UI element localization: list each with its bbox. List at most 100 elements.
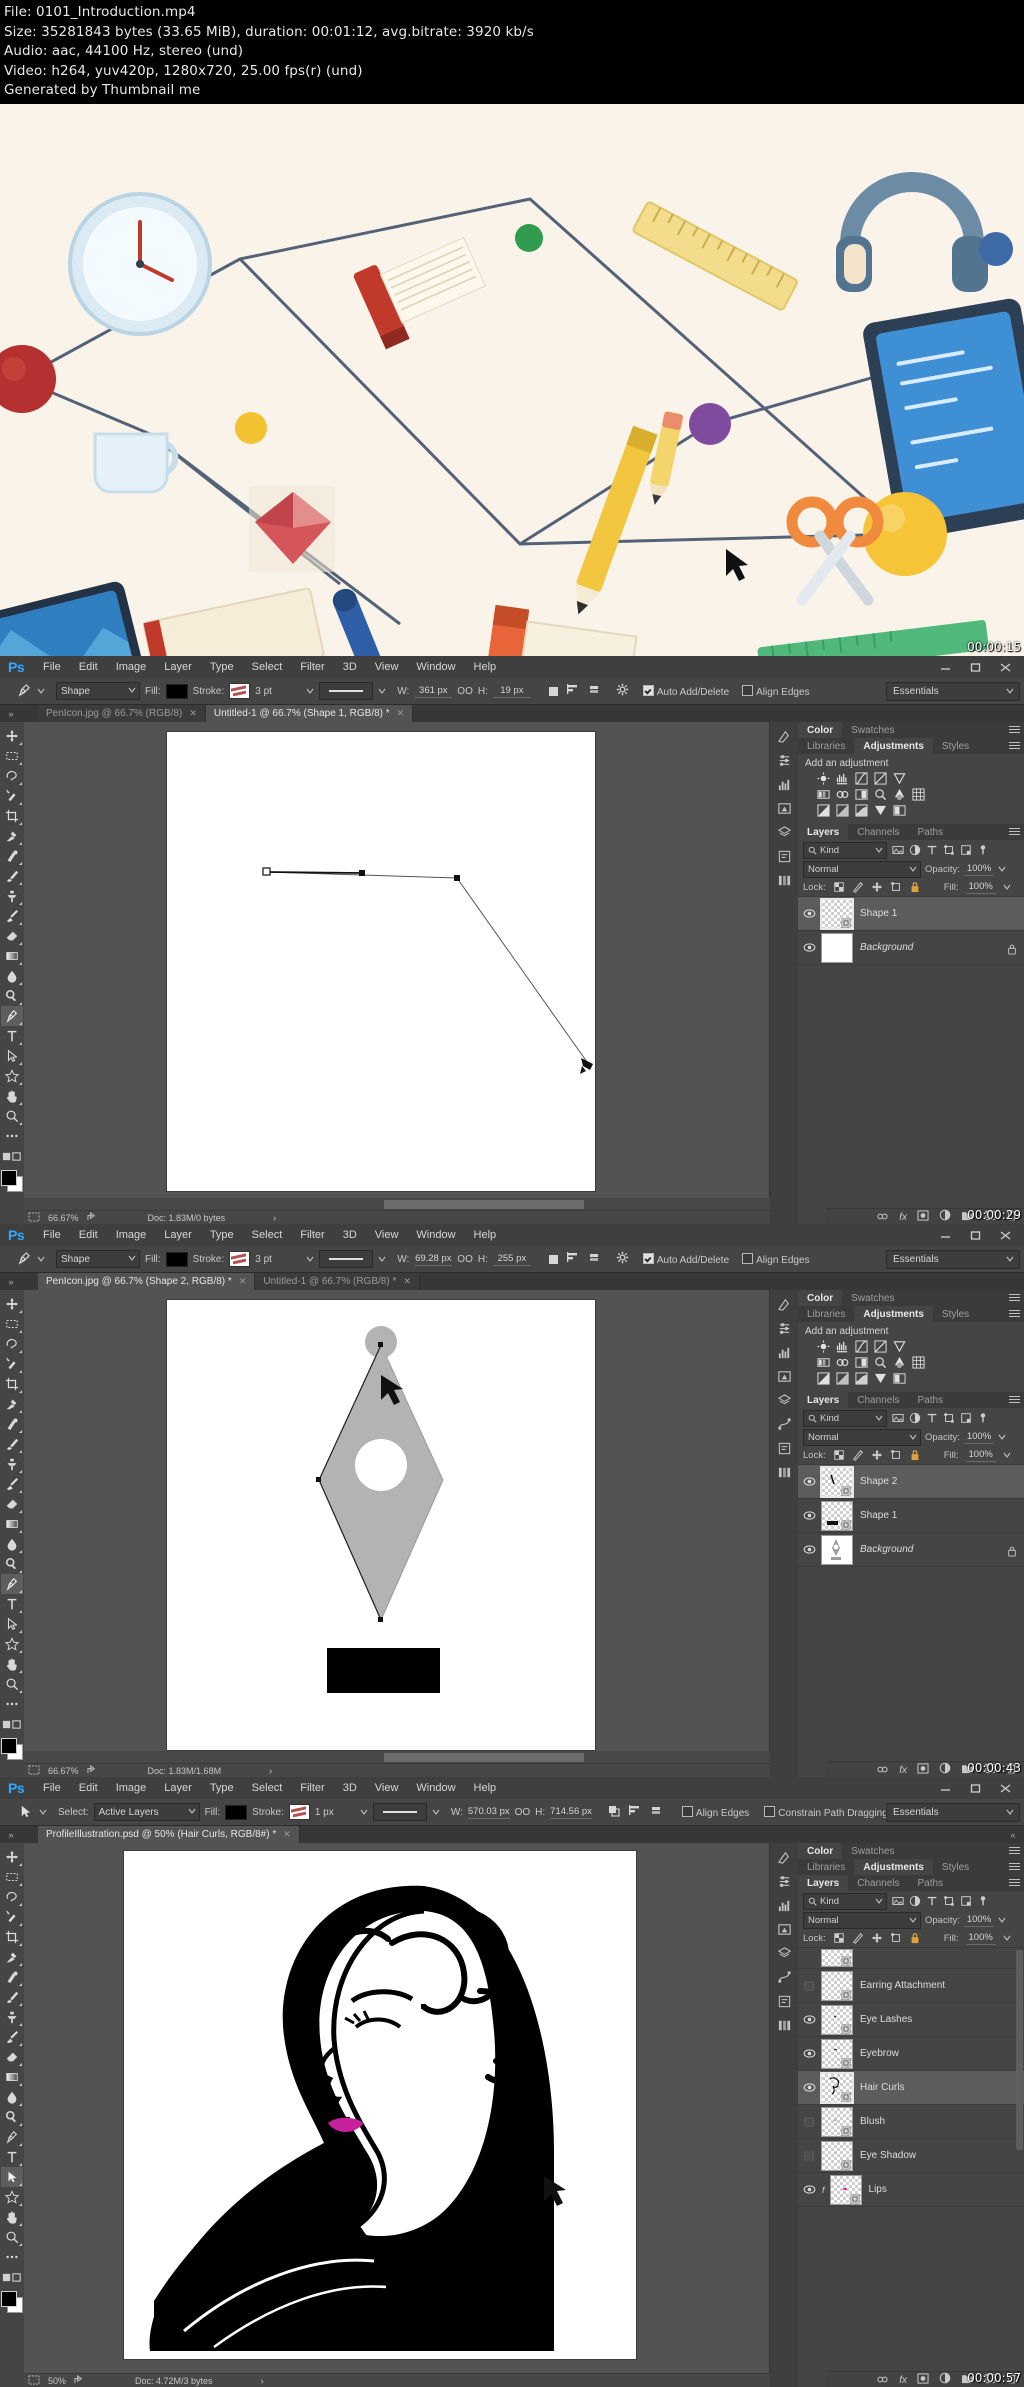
tab-color[interactable]: Color bbox=[798, 1843, 843, 1859]
color-lookup-icon[interactable] bbox=[911, 1356, 925, 1369]
quick-selection-tool[interactable] bbox=[1, 1354, 23, 1374]
properties-panel-icon[interactable] bbox=[773, 1991, 795, 2011]
tab-adjustments[interactable]: Adjustments bbox=[854, 1306, 933, 1322]
auto-add-delete-checkbox[interactable]: Auto Add/Delete bbox=[642, 684, 729, 698]
document-canvas-1[interactable] bbox=[167, 732, 595, 1191]
filter-adjustment-icon[interactable] bbox=[909, 1895, 921, 1907]
mask-icon[interactable] bbox=[917, 2371, 929, 2387]
tab-adjustments[interactable]: Adjustments bbox=[854, 738, 933, 754]
panel-menu-icon[interactable] bbox=[1009, 828, 1020, 837]
tab-adjustments[interactable]: Adjustments bbox=[854, 1859, 933, 1875]
path-select-scope[interactable]: Active Layers bbox=[93, 1803, 200, 1821]
blend-mode-select[interactable]: Normal bbox=[803, 860, 921, 878]
exposure-icon[interactable] bbox=[873, 1340, 887, 1353]
invert-icon[interactable] bbox=[816, 1372, 830, 1385]
stroke-color-swatch[interactable] bbox=[229, 1251, 251, 1267]
brightness-contrast-icon[interactable] bbox=[816, 772, 830, 785]
quick-mask-icon[interactable] bbox=[1, 1146, 23, 1166]
layer-visibility-toggle[interactable] bbox=[798, 2003, 820, 2036]
filter-adjustment-icon[interactable] bbox=[909, 844, 921, 856]
tab-paths[interactable]: Paths bbox=[909, 824, 953, 840]
more-tools-icon[interactable] bbox=[1, 2247, 23, 2267]
posterize-icon[interactable] bbox=[835, 804, 849, 817]
close-icon[interactable]: ✕ bbox=[283, 1829, 291, 1840]
status-chevron-icon[interactable]: › bbox=[273, 1213, 276, 1223]
menu-type[interactable]: Type bbox=[201, 1224, 243, 1246]
adjustments-panel-tabs-1[interactable]: Libraries Adjustments Styles bbox=[798, 738, 1024, 754]
chevron-down-icon[interactable] bbox=[39, 1808, 47, 1816]
auto-add-delete-checkbox[interactable]: Auto Add/Delete bbox=[642, 1252, 729, 1266]
threshold-icon[interactable] bbox=[854, 804, 868, 817]
foreground-color-swatch[interactable] bbox=[1, 2291, 17, 2307]
link-layers-icon[interactable] bbox=[876, 1208, 889, 1224]
layer-name[interactable]: Blush bbox=[860, 2116, 885, 2127]
tab-swatches[interactable]: Swatches bbox=[842, 1290, 903, 1306]
minimize-icon[interactable] bbox=[930, 1224, 960, 1246]
fx-icon[interactable]: fx bbox=[899, 1765, 907, 1776]
photo-filter-icon[interactable] bbox=[873, 1356, 887, 1369]
color-panel-tabs-3[interactable]: Color Swatches bbox=[798, 1843, 1024, 1859]
layer-name[interactable]: Eye Lashes bbox=[860, 2014, 912, 2025]
menu-layer[interactable]: Layer bbox=[155, 656, 201, 678]
layer-thumbnail[interactable] bbox=[829, 2174, 862, 2205]
align-edges-checkbox[interactable]: Align Edges bbox=[742, 684, 810, 698]
width-field[interactable]: 570.03 px bbox=[467, 1806, 510, 1819]
layer-thumbnail[interactable] bbox=[821, 2140, 853, 2171]
blur-tool[interactable] bbox=[1, 1534, 23, 1554]
workspace-switcher[interactable]: Essentials bbox=[886, 1250, 1020, 1269]
foreground-background-color[interactable] bbox=[1, 1738, 23, 1760]
status-chevron-icon[interactable]: › bbox=[261, 2376, 264, 2386]
fill-value[interactable]: 100% bbox=[965, 881, 996, 894]
gear-icon[interactable] bbox=[616, 683, 632, 699]
move-tool[interactable] bbox=[1, 726, 23, 746]
panel-menu-icon[interactable] bbox=[1009, 1863, 1020, 1872]
path-operations-icon[interactable] bbox=[546, 684, 561, 699]
lock-position-icon[interactable] bbox=[871, 881, 883, 893]
blur-tool[interactable] bbox=[1, 2087, 23, 2107]
link-dimensions-icon[interactable]: OO bbox=[457, 686, 473, 697]
layer-thumbnail-wrap[interactable] bbox=[820, 932, 854, 963]
gradient-tool[interactable] bbox=[1, 1514, 23, 1534]
height-field[interactable]: 714.56 px bbox=[550, 1806, 592, 1819]
dodge-tool[interactable] bbox=[1, 1554, 23, 1574]
path-selection-tool[interactable] bbox=[1, 2167, 23, 2187]
type-tool[interactable] bbox=[1, 1594, 23, 1614]
layer-row-background[interactable]: Background bbox=[798, 1533, 1024, 1567]
shape-tool[interactable] bbox=[1, 1634, 23, 1654]
histogram-panel-icon[interactable] bbox=[773, 774, 795, 794]
layer-row-shape1[interactable]: Shape 1 bbox=[798, 897, 1024, 931]
menu-help[interactable]: Help bbox=[465, 1777, 506, 1799]
more-tools-icon[interactable] bbox=[1, 1694, 23, 1714]
channel-mixer-icon[interactable] bbox=[892, 1356, 906, 1369]
tools-panel-2[interactable] bbox=[0, 1290, 24, 1777]
menu-view[interactable]: View bbox=[366, 1777, 408, 1799]
panel-menu-icon[interactable] bbox=[1009, 726, 1020, 735]
close-icon[interactable]: ✕ bbox=[239, 1276, 247, 1287]
layer-name[interactable]: Earring Attachment bbox=[860, 1980, 945, 1991]
panel-menu-icon[interactable] bbox=[1009, 1310, 1020, 1319]
filter-shape-icon[interactable] bbox=[943, 844, 955, 856]
layer-visibility-toggle[interactable] bbox=[798, 1499, 820, 1532]
menu-filter[interactable]: Filter bbox=[291, 1777, 333, 1799]
brightness-contrast-icon[interactable] bbox=[816, 1340, 830, 1353]
menu-layer[interactable]: Layer bbox=[155, 1777, 201, 1799]
document-tab-untitled1[interactable]: Untitled-1 @ 66.7% (RGB/8) * ✕ bbox=[255, 1273, 420, 1290]
tab-libraries[interactable]: Libraries bbox=[798, 738, 854, 754]
maximize-icon[interactable] bbox=[960, 1224, 990, 1246]
chevron-down-icon[interactable] bbox=[37, 687, 45, 695]
lock-all-icon[interactable] bbox=[909, 1932, 921, 1944]
lock-artboard-icon[interactable] bbox=[890, 1449, 902, 1461]
move-tool[interactable] bbox=[1, 1847, 23, 1867]
quick-mask-status-icon[interactable] bbox=[28, 1212, 40, 1224]
layer-row-lips[interactable]: f Lips bbox=[798, 2173, 1024, 2207]
brush-tool[interactable] bbox=[1, 1987, 23, 2007]
path-selection-tool[interactable] bbox=[1, 1614, 23, 1634]
threshold-icon[interactable] bbox=[854, 1372, 868, 1385]
tab-swatches[interactable]: Swatches bbox=[842, 722, 903, 738]
filter-shape-icon[interactable] bbox=[943, 1895, 955, 1907]
fill-value[interactable]: 100% bbox=[965, 1932, 996, 1945]
tab-layers[interactable]: Layers bbox=[798, 824, 849, 840]
history-brush-tool[interactable] bbox=[1, 2027, 23, 2047]
document-canvas-2[interactable] bbox=[167, 1300, 595, 1750]
foreground-background-color[interactable] bbox=[1, 1170, 23, 1192]
